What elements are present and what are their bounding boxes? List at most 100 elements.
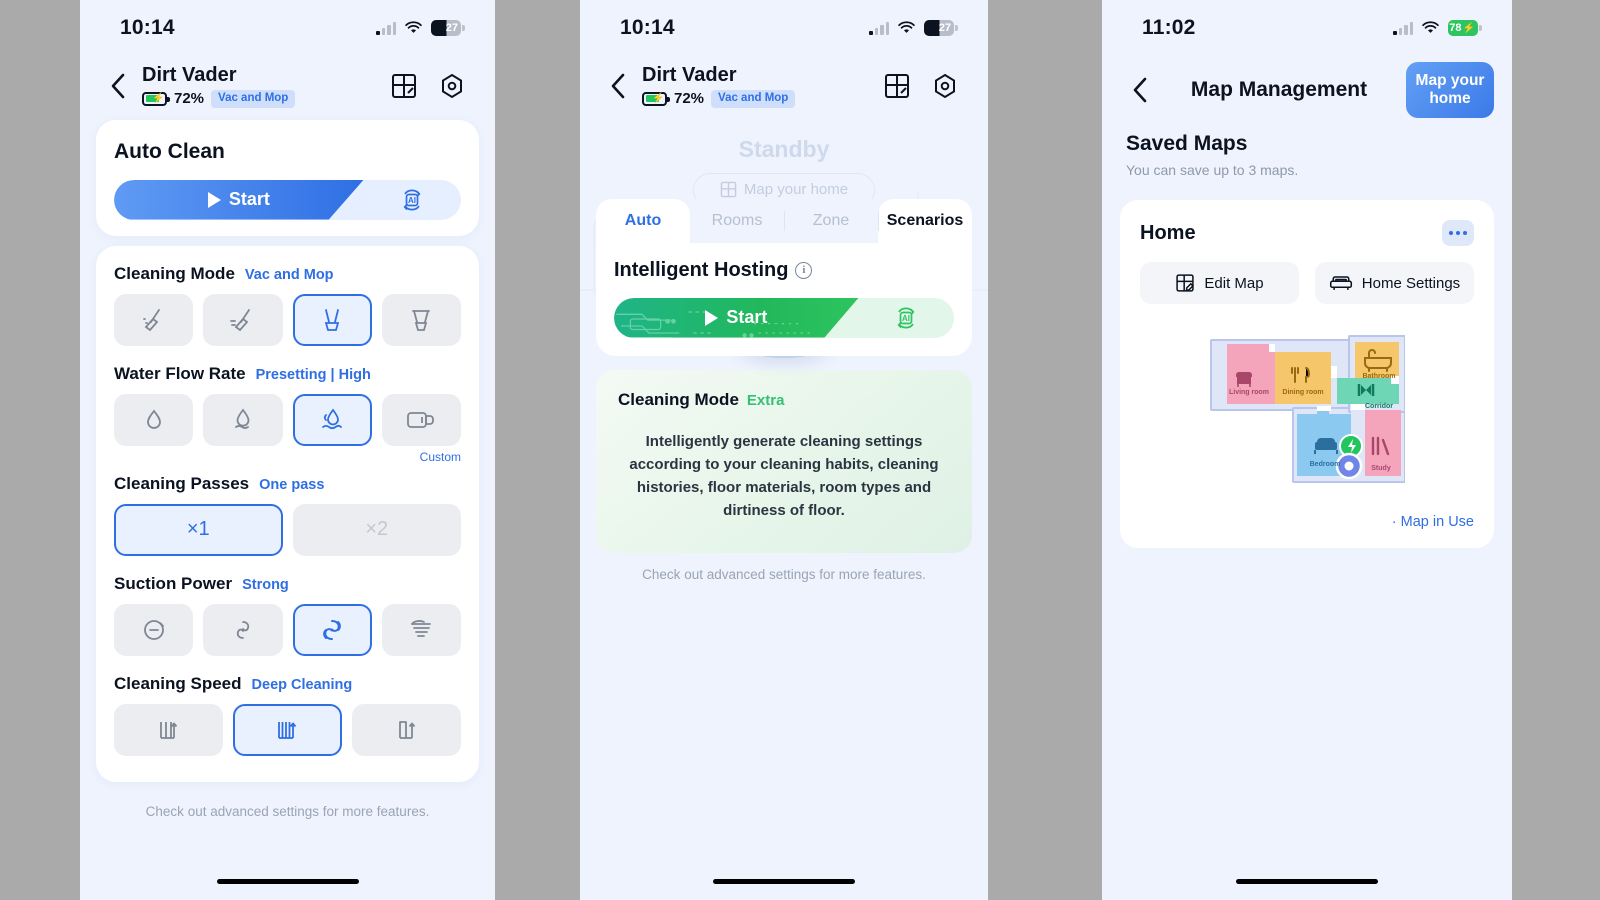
home-settings-button[interactable]: Home Settings — [1315, 262, 1474, 304]
custom-label: Custom — [419, 449, 461, 464]
setting-suction-power: Suction Power Strong — [114, 574, 461, 656]
map-your-home-label: Map your home — [743, 181, 849, 198]
option-water-custom[interactable] — [381, 393, 461, 446]
setting-title: Cleaning Mode — [114, 263, 235, 283]
edit-map-button[interactable]: Edit Map — [1140, 262, 1299, 304]
mode-tabs: Auto Rooms Zone Scenarios — [596, 198, 972, 243]
edit-map-label: Edit Map — [1204, 274, 1264, 292]
setting-value: One pass — [259, 476, 325, 493]
tab-scenarios[interactable]: Scenarios — [878, 198, 972, 243]
setting-title: Water Flow Rate — [114, 363, 246, 383]
status-bar: 10:14 27 — [580, 0, 988, 56]
saved-maps-subtitle: You can save up to 3 maps. — [1126, 162, 1299, 178]
home-indicator — [713, 879, 855, 884]
back-button[interactable] — [604, 73, 630, 99]
tab-auto[interactable]: Auto — [596, 198, 690, 243]
info-icon[interactable]: i — [795, 261, 813, 279]
wifi-icon — [1422, 21, 1439, 33]
footnote: Check out advanced settings for more fea… — [642, 566, 926, 582]
device-battery-pct: 72% — [174, 90, 205, 108]
svg-text:AI: AI — [408, 196, 416, 205]
battery-icon: 27 — [924, 20, 958, 36]
intelligent-hosting-title: Intelligent Hosting — [614, 258, 789, 281]
phone-screen-settings: 10:14 27 Dirt Vader ⚡ 72% Vac and Mop Au… — [80, 0, 495, 900]
start-label: Start — [228, 189, 270, 209]
option-vac-only[interactable] — [114, 293, 194, 346]
option-water-high[interactable] — [292, 393, 372, 446]
map-grid-icon[interactable] — [884, 73, 910, 99]
setting-value: Strong — [242, 576, 289, 593]
mode-chip: Vac and Mop — [711, 90, 796, 108]
setting-cleaning-mode: Cleaning Mode Vac and Mop — [114, 264, 461, 346]
device-state-label: Standby — [738, 135, 830, 162]
room-label-bedroom: Bedroom — [1310, 461, 1341, 468]
svg-text:AI: AI — [902, 314, 910, 323]
saved-maps-title: Saved Maps — [1126, 132, 1248, 155]
status-clock: 10:14 — [620, 16, 675, 39]
option-speed-standard[interactable] — [352, 703, 461, 756]
auto-clean-title: Auto Clean — [114, 139, 225, 163]
setting-water-flow-rate: Water Flow Rate Presetting | High Custom — [114, 364, 461, 464]
device-header: Dirt Vader ⚡ 72% Vac and Mop — [580, 56, 988, 108]
settings-gear-icon[interactable] — [932, 73, 958, 99]
device-header: Dirt Vader ⚡ 72% Vac and Mop — [80, 56, 495, 108]
option-suction-max[interactable] — [381, 603, 461, 656]
option-suction-standard[interactable] — [203, 603, 283, 656]
battery-icon: 27 — [431, 20, 465, 36]
option-vac-and-mop[interactable] — [292, 293, 372, 346]
phone-screen-map-management: 11:02 78 ⚡ Map Management Map your home — [1102, 0, 1512, 900]
signal-icon — [376, 21, 396, 35]
option-water-medium[interactable] — [203, 393, 283, 446]
ai-button[interactable]: AI — [859, 306, 954, 330]
back-button[interactable] — [1126, 77, 1152, 103]
map-name: Home — [1140, 221, 1196, 244]
device-name: Dirt Vader — [142, 64, 237, 86]
intelligent-hosting-header: Intelligent Hosting i — [614, 259, 954, 282]
saved-maps-header: Saved Maps You can save up to 3 maps. — [1102, 118, 1512, 178]
play-icon — [705, 309, 719, 326]
setting-title: Cleaning Passes — [114, 473, 250, 493]
status-clock: 11:02 — [1142, 16, 1196, 39]
mode-tabs-card: Auto Rooms Zone Scenarios Intelligent Ho… — [596, 198, 972, 356]
signal-icon — [1393, 21, 1413, 35]
ai-button[interactable]: AI — [364, 188, 461, 212]
setting-value: Presetting | High — [255, 366, 371, 383]
settings-gear-icon[interactable] — [439, 73, 465, 99]
status-clock: 10:14 — [120, 16, 175, 39]
option-water-low[interactable] — [114, 393, 194, 446]
start-label: Start — [726, 307, 768, 327]
tab-panel-auto: Intelligent Hosting i Start AI — [596, 242, 972, 356]
map-your-home-button[interactable]: Map your home — [1406, 62, 1494, 118]
status-bar: 10:14 27 — [80, 0, 495, 56]
more-options-button[interactable] — [1442, 220, 1474, 246]
cleaning-settings-card: Cleaning Mode Vac and Mop Water Flow Rat… — [96, 245, 479, 782]
option-speed-fast[interactable] — [114, 703, 223, 756]
option-mop-after-vac[interactable] — [381, 293, 461, 346]
tab-rooms[interactable]: Rooms — [690, 199, 784, 243]
setting-value: Vac and Mop — [244, 266, 334, 283]
home-settings-label: Home Settings — [1361, 274, 1461, 292]
intelligent-hosting-start-button[interactable]: Start AI — [614, 297, 954, 338]
page-title: Map Management — [1190, 78, 1368, 101]
phone-screen-auto-mode: 10:14 27 Dirt Vader ⚡ 72% Vac and Mop St… — [580, 0, 988, 900]
option-speed-deep[interactable] — [233, 703, 342, 756]
option-mop-only[interactable] — [203, 293, 283, 346]
battery-icon: 78 ⚡ — [1448, 20, 1482, 36]
device-name: Dirt Vader — [642, 64, 737, 86]
option-suction-quiet[interactable] — [114, 603, 194, 656]
option-one-pass[interactable]: ×1 — [114, 503, 283, 556]
tab-zone[interactable]: Zone — [784, 199, 878, 243]
setting-cleaning-speed: Cleaning Speed Deep Cleaning — [114, 674, 461, 756]
start-button[interactable]: Start AI — [114, 179, 461, 220]
map-in-use-label: · Map in Use — [1391, 514, 1474, 530]
three-phone-screenshot: 10:14 27 Dirt Vader ⚡ 72% Vac and Mop Au… — [0, 0, 1600, 900]
option-suction-strong[interactable] — [292, 603, 372, 656]
floor-plan-map[interactable]: Living room Dining room Bathroom Corrido… — [1209, 330, 1406, 488]
sofa-settings-icon — [1329, 276, 1352, 290]
mode-chip: Vac and Mop — [211, 90, 296, 108]
option-label: ×1 — [186, 518, 210, 540]
map-grid-icon[interactable] — [391, 73, 417, 99]
play-icon — [207, 191, 221, 208]
option-two-pass[interactable]: ×2 — [292, 503, 461, 556]
back-button[interactable] — [104, 73, 130, 99]
